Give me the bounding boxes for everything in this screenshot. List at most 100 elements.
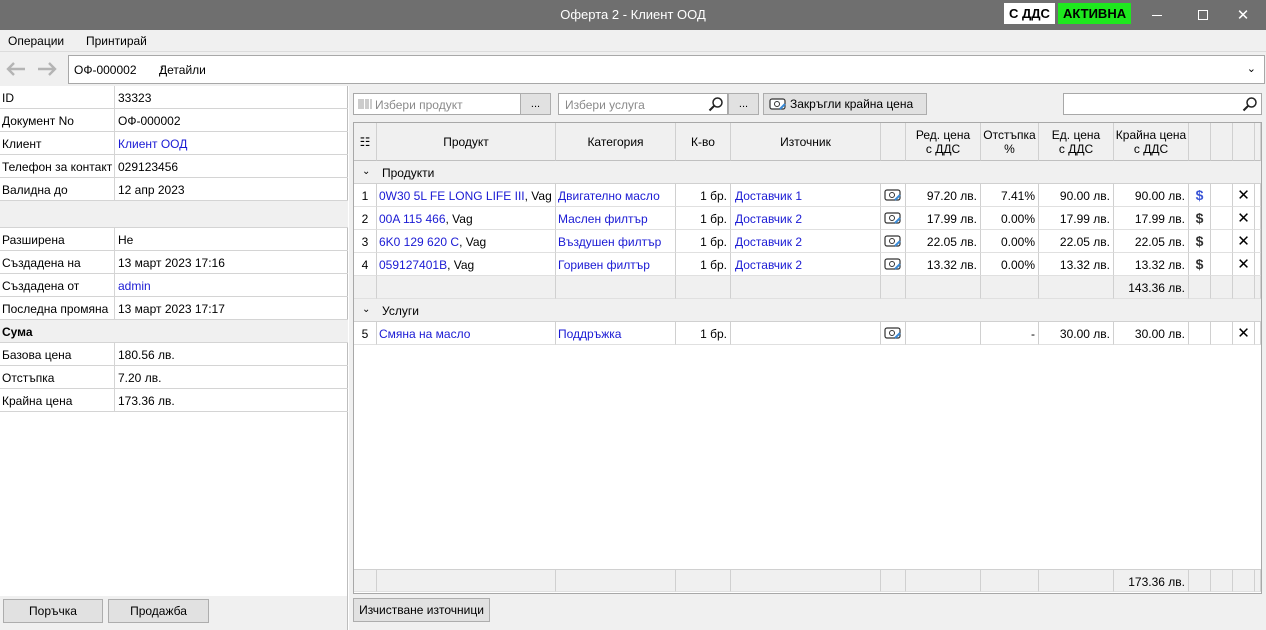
grid-search-input[interactable]	[1063, 93, 1262, 115]
column-header[interactable]: Ред. цена с ДДС	[906, 123, 981, 161]
property-value: 029123456	[118, 160, 179, 174]
final-price-cell: 90.00 лв.	[1114, 184, 1189, 207]
remove-icon[interactable]: ✕	[1233, 184, 1255, 207]
property-label: Разширена	[2, 233, 65, 247]
status-badge: АКТИВНА	[1058, 3, 1132, 24]
dollar-icon[interactable]: $	[1189, 184, 1211, 207]
remove-icon[interactable]: ✕	[1233, 253, 1255, 276]
price-tag-icon[interactable]	[884, 211, 902, 225]
product-browse-button[interactable]: ...	[520, 93, 551, 115]
empty-cell	[1255, 322, 1261, 345]
group-header-products[interactable]: ⌄ Продукти	[354, 161, 1261, 184]
category-link[interactable]: Поддръжка	[556, 322, 676, 345]
price-tag-icon[interactable]	[884, 257, 902, 271]
source-link[interactable]: Доставчик 2	[731, 253, 881, 276]
total-cell	[881, 569, 906, 592]
close-button[interactable]: ✕	[1220, 0, 1266, 30]
source-tag-cell[interactable]	[881, 230, 906, 253]
product-code-link[interactable]: 059127401B	[379, 258, 447, 272]
category-link[interactable]: Двигателно масло	[556, 184, 676, 207]
source-tag-cell[interactable]	[881, 184, 906, 207]
price-tag-icon[interactable]	[884, 234, 902, 248]
remove-icon[interactable]: ✕	[1233, 322, 1255, 345]
service-picker[interactable]: Избери услуга	[558, 93, 728, 115]
property-divider	[114, 228, 115, 250]
source-tag-cell[interactable]	[881, 253, 906, 276]
menu-operations[interactable]: Операции	[8, 34, 64, 48]
property-value: 12 апр 2023	[118, 183, 185, 197]
price-tag-icon[interactable]	[884, 188, 902, 202]
search-icon[interactable]	[708, 96, 724, 112]
row-number: 4	[354, 253, 377, 276]
product-cell: 6K0 129 620 C, Vag	[377, 230, 556, 253]
chevron-down-icon[interactable]: ⌄	[1247, 62, 1256, 75]
dollar-icon[interactable]: $	[1189, 230, 1211, 253]
column-header[interactable]: Ед. цена с ДДС	[1039, 123, 1114, 161]
menu-bar: Операции Принтирай	[0, 30, 1266, 52]
dollar-icon[interactable]: $	[1189, 253, 1211, 276]
forward-arrow-icon[interactable]	[36, 61, 58, 77]
price-tag-icon[interactable]	[884, 326, 902, 340]
remove-icon[interactable]: ✕	[1233, 230, 1255, 253]
column-header[interactable]	[1211, 123, 1233, 161]
source-tag-cell[interactable]	[881, 207, 906, 230]
unit-price-cell: 90.00 лв.	[1039, 184, 1114, 207]
product-code-link[interactable]: 0W30 5L FE LONG LIFE III	[379, 189, 525, 203]
group-header-services[interactable]: ⌄ Услуги	[354, 299, 1261, 322]
service-picker-placeholder: Избери услуга	[565, 98, 645, 112]
search-icon[interactable]	[1242, 96, 1258, 112]
column-header[interactable]: К-во	[676, 123, 731, 161]
breadcrumb-doc[interactable]: ОФ-000002	[74, 63, 137, 77]
category-link[interactable]: Въздушен филтър	[556, 230, 676, 253]
breadcrumb[interactable]: ОФ-000002 › Детайли ⌄	[68, 55, 1265, 84]
column-header[interactable]: Източник	[731, 123, 881, 161]
product-code-link[interactable]: 6K0 129 620 C	[379, 235, 459, 249]
source-link[interactable]: Доставчик 2	[731, 207, 881, 230]
dollar-icon[interactable]: $	[1189, 207, 1211, 230]
service-link[interactable]: Смяна на масло	[377, 322, 556, 345]
unit-price-cell: 22.05 лв.	[1039, 230, 1114, 253]
column-header[interactable]: Отстъпка %	[981, 123, 1039, 161]
property-value[interactable]: admin	[118, 279, 151, 293]
column-header[interactable]: Категория	[556, 123, 676, 161]
breadcrumb-section[interactable]: Детайли	[159, 63, 206, 77]
product-code-link[interactable]: 00A 115 466	[379, 212, 446, 226]
property-label: Създадена на	[2, 256, 81, 270]
subtotal-cell	[1255, 276, 1261, 299]
property-label: Телефон за контакт	[2, 160, 113, 174]
remove-icon[interactable]: ✕	[1233, 207, 1255, 230]
minimize-button[interactable]	[1134, 0, 1180, 30]
column-header[interactable]	[1189, 123, 1211, 161]
column-header[interactable]	[1233, 123, 1255, 161]
discount-cell: 0.00%	[981, 253, 1039, 276]
source-link[interactable]: Доставчик 2	[731, 230, 881, 253]
product-brand: , Vag	[524, 189, 552, 203]
back-arrow-icon[interactable]	[5, 61, 27, 77]
menu-print[interactable]: Принтирай	[86, 34, 147, 48]
group-collapse-chevron-icon[interactable]: ⌄	[362, 304, 370, 315]
column-header[interactable]	[1255, 123, 1261, 161]
column-header[interactable]: Продукт	[377, 123, 556, 161]
close-icon: ✕	[1236, 7, 1250, 24]
source-tag-cell[interactable]	[881, 322, 906, 345]
sale-button[interactable]: Продажба	[108, 599, 209, 623]
round-price-label: Закръгли крайна цена	[790, 97, 914, 111]
category-link[interactable]: Горивен филтър	[556, 253, 676, 276]
order-button[interactable]: Поръчка	[3, 599, 103, 623]
group-collapse-chevron-icon[interactable]: ⌄	[362, 166, 370, 177]
property-value[interactable]: Клиент ООД	[118, 137, 187, 151]
minimize-icon	[1152, 14, 1162, 16]
property-row: Последна промяна 13 март 2023 17:17	[0, 297, 348, 320]
column-chooser-icon[interactable]: ☷	[354, 123, 377, 161]
column-header[interactable]: Крайна цена с ДДС	[1114, 123, 1189, 161]
category-link[interactable]: Маслен филтър	[556, 207, 676, 230]
row-number: 5	[354, 322, 377, 345]
empty-cell	[1255, 253, 1261, 276]
source-link[interactable]: Доставчик 1	[731, 184, 881, 207]
service-browse-button[interactable]: ...	[728, 93, 759, 115]
property-divider	[114, 389, 115, 411]
round-price-button[interactable]: Закръгли крайна цена	[763, 93, 927, 115]
column-header[interactable]	[881, 123, 906, 161]
clear-sources-button[interactable]: Изчистване източници	[353, 598, 490, 622]
sum-section-title: Сума	[2, 325, 33, 339]
